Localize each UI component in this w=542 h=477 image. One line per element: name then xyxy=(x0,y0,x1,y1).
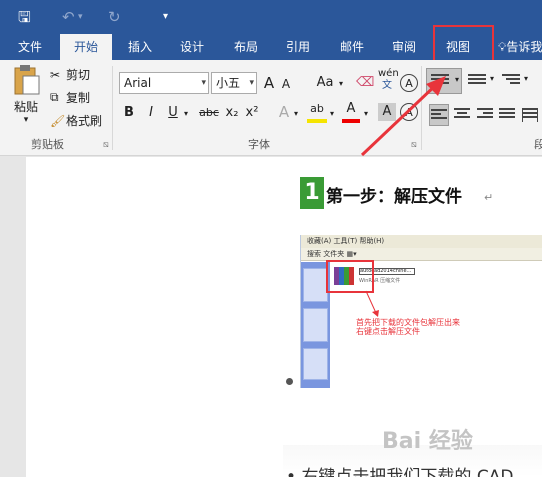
shot-arrow xyxy=(365,290,379,317)
next-step-label: 右键点击把我们下载的 CAD xyxy=(301,467,514,477)
shot-annotation: 首先把下载的文件包解压出来 右键点击解压文件 xyxy=(356,318,460,336)
next-step-text: • 右键点击把我们下载的 CAD xyxy=(286,462,513,477)
paragraph-mark: ↵ xyxy=(484,191,494,204)
list-bullet xyxy=(286,378,293,385)
page-margin xyxy=(0,157,26,477)
shot-note-line2: 右键点击解压文件 xyxy=(356,327,420,336)
embedded-screenshot: 收藏(A) 工具(T) 帮助(H) 搜索 文件夹 ▦▾ autocad2014c… xyxy=(300,235,542,388)
step-number-badge: 1 xyxy=(300,177,324,209)
shot-note-line1: 首先把下载的文件包解压出来 xyxy=(356,318,460,327)
watermark: Bai 经验 xyxy=(382,429,473,454)
bullet-dot: • xyxy=(286,467,302,477)
step-heading: 第一步：解压文件 xyxy=(326,187,462,207)
